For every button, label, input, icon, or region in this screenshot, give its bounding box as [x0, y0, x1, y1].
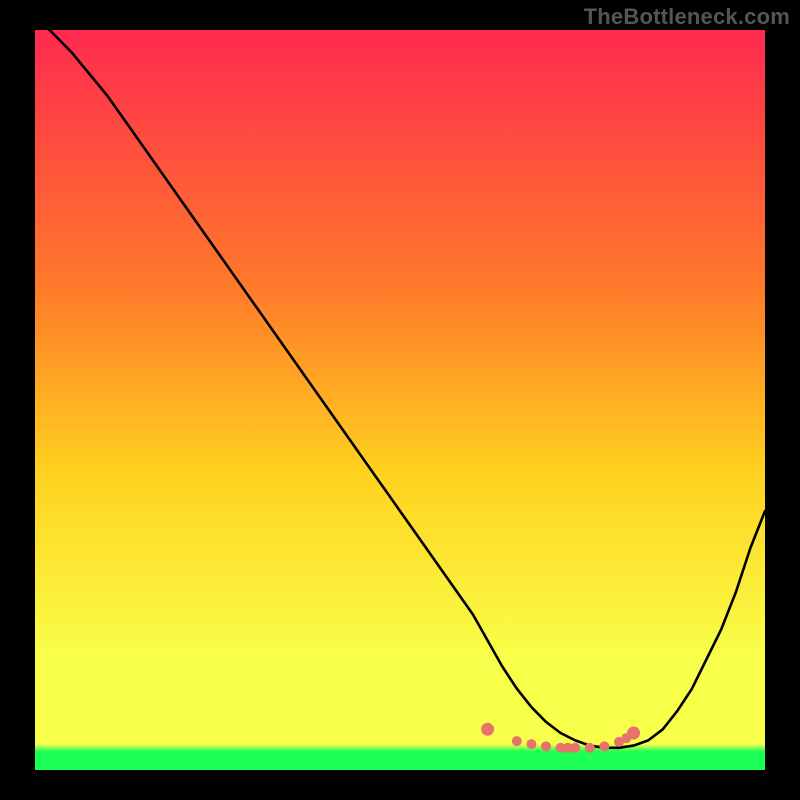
chart-svg: [35, 30, 765, 770]
optimal-point-marker: [512, 736, 522, 746]
gradient-background: [35, 30, 765, 770]
optimal-point-marker: [627, 727, 640, 740]
attribution-label: TheBottleneck.com: [584, 4, 790, 30]
plot-area: [35, 30, 765, 770]
optimal-point-marker: [570, 743, 580, 753]
optimal-point-marker: [526, 739, 536, 749]
optimal-point-marker: [585, 743, 595, 753]
optimal-point-marker: [481, 723, 494, 736]
optimal-point-marker: [541, 741, 551, 751]
chart-container: TheBottleneck.com: [0, 0, 800, 800]
optimal-point-marker: [599, 741, 609, 751]
